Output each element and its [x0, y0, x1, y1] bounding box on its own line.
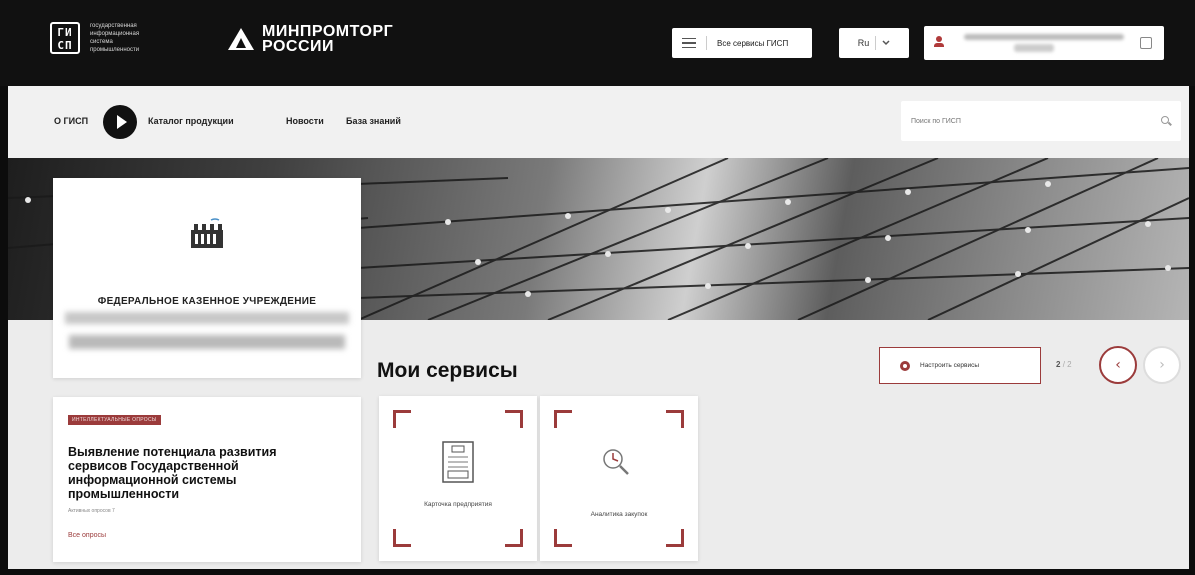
ministry-logo-text: МИНПРОМТОРГ РОССИИ — [262, 23, 394, 55]
organization-name-redacted — [65, 312, 349, 324]
service-label: Карточка предприятия — [424, 501, 492, 508]
configure-services-button[interactable]: Настроить сервисы — [879, 347, 1041, 384]
tile-corner — [666, 410, 684, 428]
user-icon — [934, 36, 944, 48]
divider — [875, 36, 877, 50]
pager-total: / 2 — [1062, 360, 1072, 369]
gisp-logo-mark: ГИ СП — [50, 22, 80, 54]
tile-corner — [554, 529, 572, 547]
user-profile[interactable] — [924, 26, 1164, 60]
organization-type: ФЕДЕРАЛЬНОЕ КАЗЕННОЕ УЧРЕЖДЕНИЕ — [97, 296, 317, 307]
all-surveys-link[interactable]: Все опросы — [68, 532, 106, 539]
tile-corner — [505, 410, 523, 428]
tile-corner — [666, 529, 684, 547]
survey-title[interactable]: Выявление потенциала развития сервисов Г… — [68, 445, 328, 501]
survey-tag: ИНТЕЛЛЕКТУАЛЬНЫЕ ОПРОСЫ — [68, 415, 161, 425]
search-icon[interactable] — [1161, 116, 1169, 124]
gisp-logo-text: государственная информационная система п… — [90, 23, 140, 53]
survey-subtitle: Активных опросов 7 — [68, 508, 115, 514]
factory-icon — [191, 218, 223, 248]
service-tile-company-card[interactable]: Карточка предприятия — [379, 396, 537, 561]
nav-item-about[interactable]: О ГИСП — [54, 116, 88, 126]
user-name-redacted — [964, 34, 1124, 40]
organization-card[interactable]: ФЕДЕРАЛЬНОЕ КАЗЕННОЕ УЧРЕЖДЕНИЕ — [53, 178, 361, 378]
organization-details-redacted — [69, 335, 345, 349]
logout-icon[interactable] — [1140, 37, 1152, 49]
service-tile-procurement-analytics[interactable]: Аналитика закупок — [540, 396, 698, 561]
all-services-label: Все сервисы ГИСП — [717, 38, 789, 48]
divider — [706, 36, 707, 50]
search-input[interactable] — [901, 101, 1181, 141]
main-nav: О ГИСП Каталог продукции Новости База зн… — [8, 86, 1189, 158]
services-pager: 2 / 2 — [1056, 360, 1072, 369]
next-page-button[interactable]: › — [1143, 346, 1181, 384]
top-bar: ГИ СП государственная информационная сис… — [0, 0, 1195, 86]
tile-corner — [554, 410, 572, 428]
tile-corner — [505, 529, 523, 547]
play-video-button[interactable] — [103, 105, 137, 139]
gisp-logo[interactable]: ГИ СП государственная информационная сис… — [50, 22, 160, 54]
survey-card[interactable]: ИНТЕЛЛЕКТУАЛЬНЫЕ ОПРОСЫ Выявление потенц… — [53, 397, 361, 562]
nav-item-news[interactable]: Новости — [286, 116, 324, 126]
prev-page-button[interactable]: ‹ — [1099, 346, 1137, 384]
ministry-logo[interactable]: МИНПРОМТОРГ РОССИИ — [228, 23, 394, 55]
analytics-icon — [603, 449, 629, 475]
menu-icon — [682, 38, 696, 48]
services-heading: Мои сервисы — [377, 359, 518, 382]
language-label: Ru — [857, 38, 870, 48]
pager-current: 2 — [1056, 360, 1061, 369]
tile-corner — [393, 410, 411, 428]
search-box — [901, 101, 1181, 141]
tile-corner — [393, 529, 411, 547]
gear-icon — [900, 360, 910, 371]
document-icon — [442, 441, 474, 483]
chevron-down-icon — [882, 40, 890, 46]
ministry-logo-icon — [228, 28, 254, 50]
configure-services-label: Настроить сервисы — [920, 362, 980, 369]
user-org-redacted — [1014, 44, 1054, 52]
nav-item-catalog[interactable]: Каталог продукции — [148, 116, 234, 126]
all-services-button[interactable]: Все сервисы ГИСП — [672, 28, 812, 58]
service-label: Аналитика закупок — [590, 511, 648, 518]
nav-item-knowledge-base[interactable]: База знаний — [346, 116, 401, 126]
language-select[interactable]: Ru — [839, 28, 909, 58]
